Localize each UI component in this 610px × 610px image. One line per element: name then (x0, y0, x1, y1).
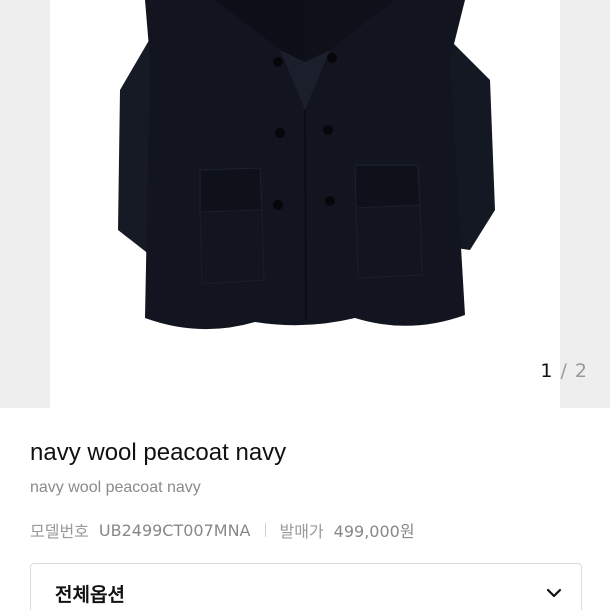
meta-divider (264, 523, 266, 537)
peacoat-image (118, 0, 495, 330)
release-price-label: 발매가 (279, 522, 324, 541)
model-number-label: 모델번호 (30, 522, 89, 541)
product-image[interactable] (50, 0, 560, 408)
product-subtitle: navy wool peacoat navy (30, 479, 201, 496)
product-meta: 모델번호 UB2499CT007MNA 발매가 499,000원 (30, 518, 415, 542)
pager-current: 1 (540, 360, 554, 382)
all-options-label: 전체옵션 (55, 584, 125, 606)
all-options-select[interactable]: 전체옵션 (30, 563, 582, 610)
pager-separator: / (560, 360, 568, 382)
image-pager: 1 / 2 (540, 360, 588, 382)
model-number-value: UB2499CT007MNA (98, 520, 251, 540)
release-price-value: 499,000원 (333, 522, 415, 541)
product-image-gallery[interactable]: 1 / 2 (0, 0, 610, 408)
chevron-down-icon (546, 588, 562, 598)
pager-total: 2 (574, 360, 588, 382)
product-title: navy wool peacoat navy (30, 439, 287, 466)
